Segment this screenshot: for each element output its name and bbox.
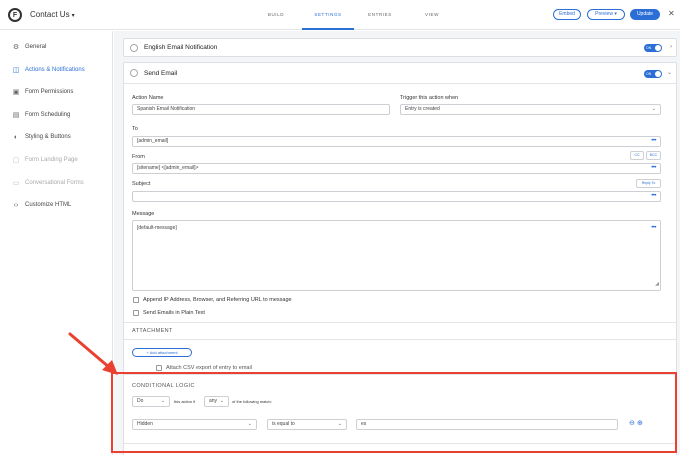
to-value: [admin_email] [137, 138, 169, 144]
chevron-right-icon[interactable]: › [670, 44, 672, 50]
sidebar-item-label: Form Scheduling [25, 112, 71, 118]
sidebar-item-styling-buttons[interactable]: ◐ Styling & Buttons [12, 131, 71, 143]
tab-view[interactable]: VIEW [406, 0, 458, 30]
sidebar-item-general[interactable]: ⚙ General [12, 41, 47, 53]
from-label: From [132, 154, 145, 160]
panel-title: Send Email [144, 69, 178, 77]
message-value: [default-message] [137, 225, 177, 231]
subject-input[interactable]: ••• [132, 191, 661, 202]
preview-label: Preview [595, 11, 613, 17]
chevron-down-icon: ⌄ [651, 106, 656, 112]
reply-to-button[interactable]: Reply To [636, 179, 661, 188]
embed-button[interactable]: Embed [553, 9, 581, 20]
form-title: Contact Us [30, 10, 70, 19]
resize-handle-icon[interactable]: ◢ [655, 278, 659, 290]
sidebar-item-label: Form Permissions [25, 89, 74, 95]
chevron-down-icon: ▾ [71, 13, 75, 19]
action-name-label: Action Name [132, 95, 164, 101]
attachment-title: ATTACHMENT [132, 328, 173, 334]
mail-icon [130, 43, 138, 52]
sidebar-item-label: Customize HTML [25, 202, 72, 208]
divider [124, 322, 677, 323]
append-ip-label: Append IP Address, Browser, and Referrin… [143, 297, 292, 303]
trigger-select[interactable]: Entry is created ⌄ [400, 104, 661, 115]
sidebar-item-customize-html[interactable]: ‹› Customize HTML [12, 199, 72, 211]
panel-title: English Email Notification [144, 44, 218, 51]
plain-text-label: Send Emails in Plain Text [143, 310, 205, 316]
sidebar-item-conversational-forms[interactable]: ▭ Conversational Forms [12, 177, 84, 189]
form-title-dropdown[interactable]: Contact Us ▾ [30, 10, 75, 19]
more-options-icon[interactable]: ••• [651, 192, 656, 201]
sidebar-item-label: General [25, 44, 47, 50]
message-label: Message [132, 211, 155, 217]
sidebar-item-form-permissions[interactable]: ▣ Form Permissions [12, 86, 74, 98]
send-email-toggle[interactable]: ON [644, 70, 662, 78]
more-options-icon[interactable]: ••• [651, 164, 656, 173]
toggle-label: ON [646, 46, 652, 50]
append-ip-checkbox[interactable] [133, 297, 139, 303]
formidable-logo-icon[interactable]: F [8, 8, 22, 22]
to-label: To [132, 126, 138, 132]
tab-entries[interactable]: ENTRIES [354, 0, 406, 30]
trigger-label: Trigger this action when [400, 95, 459, 101]
add-attachment-button[interactable]: + Add attachment [132, 348, 192, 357]
tab-settings[interactable]: SETTINGS [302, 0, 354, 30]
subject-label: Subject [132, 181, 151, 187]
update-button[interactable]: Update [630, 9, 660, 20]
lock-icon: ▣ [12, 89, 20, 96]
arrow-annotation-icon [68, 332, 118, 375]
more-options-icon[interactable]: ••• [651, 137, 656, 146]
top-bar: F Contact Us ▾ BUILD SETTINGS ENTRIES VIE… [0, 0, 680, 30]
divider [124, 339, 677, 340]
more-options-icon[interactable]: ••• [651, 222, 656, 234]
tab-build[interactable]: BUILD [250, 0, 302, 30]
chevron-down-icon[interactable]: ⌄ [667, 69, 672, 76]
page-icon: ▢ [12, 157, 20, 164]
sidebar-item-label: Actions & Notifications [25, 67, 85, 73]
palette-icon: ◐ [13, 133, 19, 141]
sidebar-item-label: Conversational Forms [25, 180, 84, 186]
settings-sidebar: ⚙ General ◫ Actions & Notifications ▣ Form … [0, 31, 113, 455]
to-input[interactable]: [admin_email] ••• [132, 136, 661, 147]
gear-icon: ⚙ [12, 44, 20, 51]
message-textarea[interactable]: [default-message] ••• ◢ [132, 220, 661, 291]
sidebar-item-actions-notifications[interactable]: ◫ Actions & Notifications [12, 64, 85, 76]
bell-icon: ◫ [12, 67, 20, 74]
cc-button[interactable]: CC [630, 151, 644, 160]
close-icon[interactable]: ✕ [668, 9, 675, 18]
from-input[interactable]: [sitename] <[admin_email]> ••• [132, 163, 661, 174]
sidebar-item-form-scheduling[interactable]: ▤ Form Scheduling [12, 109, 71, 121]
highlight-box [111, 372, 677, 453]
sidebar-item-form-landing-page[interactable]: ▢ Form Landing Page [12, 154, 78, 166]
english-email-notification-panel[interactable]: English Email Notification ON › [123, 38, 677, 57]
calendar-icon: ▤ [12, 112, 20, 119]
sidebar-item-label: Form Landing Page [25, 157, 78, 163]
panel-header: English Email Notification ON › [124, 39, 676, 56]
plain-text-checkbox[interactable] [133, 310, 139, 316]
code-icon: ‹› [13, 201, 19, 209]
panel-header[interactable]: Send Email ON ⌄ [124, 63, 676, 84]
top-tabs: BUILD SETTINGS ENTRIES VIEW [250, 0, 458, 30]
english-notification-toggle[interactable]: ON [644, 44, 662, 52]
attach-csv-checkbox[interactable] [156, 365, 162, 371]
sidebar-item-label: Styling & Buttons [25, 134, 71, 140]
toggle-knob [655, 45, 661, 51]
action-name-input[interactable]: Spanish Email Notification [132, 104, 390, 115]
trigger-value: Entry is created [405, 106, 440, 112]
chat-icon: ▭ [12, 180, 20, 187]
from-value: [sitename] <[admin_email]> [137, 165, 199, 171]
bcc-button[interactable]: BCC [646, 151, 661, 160]
preview-button[interactable]: Preview ▾ [587, 9, 625, 20]
attach-csv-label: Attach CSV export of entry to email [166, 365, 252, 371]
toggle-label: ON [646, 72, 652, 76]
mail-icon [130, 69, 138, 77]
toggle-knob [655, 71, 661, 77]
